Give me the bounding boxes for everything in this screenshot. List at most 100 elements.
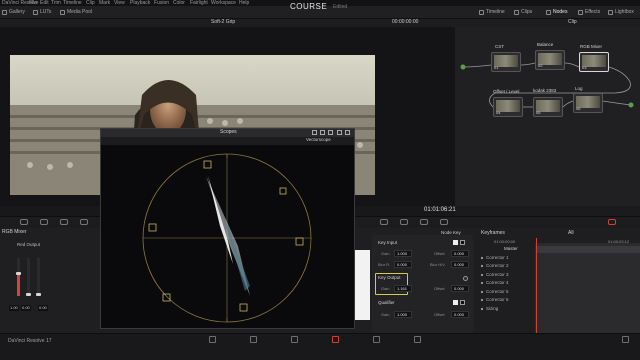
luts-button[interactable]: LUTs	[33, 10, 51, 15]
keyframes-icon[interactable]	[608, 219, 616, 225]
kf-row-sizing[interactable]: Sizing	[481, 306, 498, 312]
lightbox-icon	[608, 10, 613, 15]
media-pool-icon	[60, 10, 65, 15]
playhead-timecode: 01:01:06:21	[424, 207, 456, 213]
blur-hv-field[interactable]: 0.000	[451, 261, 469, 268]
scope-mode-select[interactable]: Vectorscope	[306, 137, 331, 143]
red-channel-slider[interactable]	[16, 258, 21, 296]
red-channel-knob[interactable]	[16, 272, 21, 275]
key-output-offset-field[interactable]: 0.000	[451, 285, 469, 292]
scope-layout-4-icon[interactable]	[328, 130, 333, 135]
page-bar	[0, 333, 640, 360]
node-log[interactable]: 06	[573, 93, 603, 113]
mixer-title: RGB Mixer	[2, 229, 27, 235]
kf-row-corrector-5[interactable]: Corrector 5	[481, 289, 509, 295]
kf-row-corrector-3[interactable]: Corrector 3	[481, 272, 509, 278]
key-input-offset-field[interactable]: 0.000	[451, 250, 469, 257]
effects-icon	[578, 10, 583, 15]
camera-raw-icon[interactable]	[20, 219, 28, 225]
viewer-clip-title[interactable]: Soft-2 Grip	[211, 20, 235, 25]
effects-button[interactable]: Effects	[578, 10, 600, 15]
key-input-offset-label: Offset	[434, 251, 445, 256]
qualifier-icon[interactable]	[400, 219, 408, 225]
kf-row-corrector-6[interactable]: Corrector 6	[481, 297, 509, 303]
bullet-icon	[481, 281, 483, 284]
clips-button[interactable]: Clips	[514, 10, 532, 15]
curves-icon[interactable]	[380, 219, 388, 225]
blur-radius-field[interactable]: 0.000	[394, 261, 412, 268]
qualifier-offset-label: Offset	[434, 312, 445, 317]
scope-layout-2-icon[interactable]	[320, 130, 325, 135]
lightbox-button[interactable]: Lightbox	[608, 10, 634, 15]
key-output-reset-icon[interactable]	[463, 276, 468, 281]
red-channel-fill	[17, 275, 20, 296]
settings-gear-icon[interactable]	[622, 336, 629, 343]
key-icon[interactable]	[440, 219, 448, 225]
deliver-page-icon[interactable]	[414, 336, 421, 343]
blue-channel-knob[interactable]	[36, 293, 41, 296]
window-icon[interactable]	[420, 219, 428, 225]
luts-icon	[33, 10, 38, 15]
node-offset-level[interactable]: 04	[493, 97, 523, 117]
node-panel-header: Clip	[455, 19, 640, 27]
node-label-balance: Balance	[537, 42, 554, 47]
key-input-swatch-white[interactable]	[453, 240, 458, 245]
fairlight-page-icon[interactable]	[373, 336, 380, 343]
key-input-label: Key Input	[378, 240, 398, 245]
key-input-swatch-black[interactable]	[460, 240, 465, 245]
scope-layout-1-icon[interactable]	[312, 130, 317, 135]
color-wheels-icon[interactable]	[60, 219, 68, 225]
keyframe-master-track[interactable]	[537, 246, 640, 253]
blue-value[interactable]: 0.00	[38, 305, 48, 311]
key-output-gain-field[interactable]: 1.161	[394, 285, 412, 292]
project-state: Edited	[333, 4, 348, 10]
cut-page-icon[interactable]	[250, 336, 257, 343]
qualifier-label: Qualifier	[378, 300, 395, 305]
color-page-icon[interactable]	[332, 336, 339, 343]
node-graph[interactable]: CST 01 Balance 02 RGB Mixer 03 Offset / …	[455, 27, 640, 206]
qualifier-offset-field[interactable]: 0.000	[451, 311, 469, 318]
red-output-label: Red Output	[17, 242, 41, 247]
scope-close-icon[interactable]	[345, 130, 350, 135]
keyframe-playhead[interactable]	[536, 238, 537, 333]
key-input-gain-field[interactable]: 1.000	[394, 250, 412, 257]
media-pool-button[interactable]: Media Pool	[60, 10, 92, 15]
timeline-button[interactable]: Timeline	[479, 10, 505, 15]
node-label-rgb-mixer: RGB Mixer	[580, 44, 603, 49]
node-label-kodak: kodak 2383	[533, 88, 557, 93]
key-output-offset-label: Offset	[434, 286, 445, 291]
node-kodak-2383[interactable]: 05	[533, 97, 563, 117]
blue-channel-slider[interactable]	[36, 258, 41, 296]
node-balance[interactable]: 02	[535, 50, 565, 70]
timeline-icon	[479, 10, 484, 15]
node-mode-select[interactable]: Clip	[568, 20, 577, 25]
kf-row-corrector-1[interactable]: Corrector 1	[481, 255, 509, 261]
qualifier-gain-field[interactable]: 1.000	[394, 311, 412, 318]
green-channel-knob[interactable]	[26, 293, 31, 296]
bullet-icon	[481, 290, 483, 293]
nodes-button[interactable]: Nodes	[546, 10, 567, 15]
bullet-icon	[481, 298, 483, 301]
keyframes-title: Keyframes	[481, 230, 505, 236]
scope-expand-icon[interactable]	[337, 130, 342, 135]
gallery-button[interactable]: Gallery	[2, 10, 25, 15]
node-rgb-mixer[interactable]: 03	[579, 52, 609, 72]
red-value[interactable]: 1.00	[9, 305, 19, 311]
kf-row-corrector-4[interactable]: Corrector 4	[481, 280, 509, 286]
rgb-mixer-icon[interactable]	[80, 219, 88, 225]
color-match-icon[interactable]	[40, 219, 48, 225]
node-cst[interactable]: 01	[491, 52, 521, 72]
green-value[interactable]: 0.00	[21, 305, 31, 311]
green-channel-slider[interactable]	[26, 258, 31, 296]
kf-row-corrector-2[interactable]: Corrector 2	[481, 263, 509, 269]
keyframe-track-area[interactable]	[535, 243, 640, 333]
keyframes-filter[interactable]: All	[568, 231, 574, 236]
bullet-icon	[481, 273, 483, 276]
qualifier-swatch-black[interactable]	[460, 300, 465, 305]
qualifier-swatch-white[interactable]	[453, 300, 458, 305]
key-input-gain-label: Gain	[381, 251, 390, 256]
media-page-icon[interactable]	[209, 336, 216, 343]
viewer-timecode[interactable]: 00:00:00:00	[392, 20, 418, 25]
vectorscope	[142, 153, 312, 323]
edit-page-icon[interactable]	[291, 336, 298, 343]
